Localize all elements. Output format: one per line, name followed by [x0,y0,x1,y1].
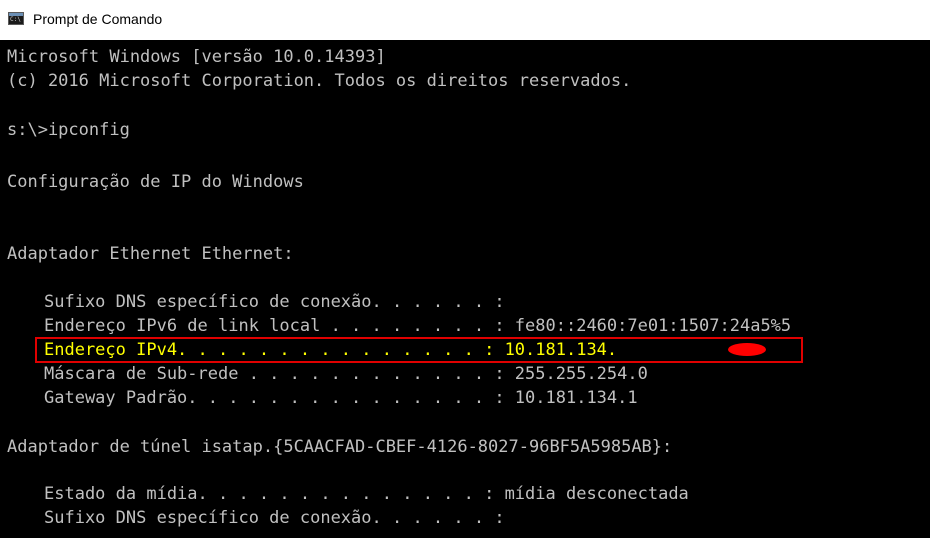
console-line-ethernet-adapter: Adaptador Ethernet Ethernet: [7,244,294,264]
console-line-subnet-mask: Máscara de Sub-rede . . . . . . . . . . … [44,364,648,384]
console-line-dns-suffix-tunnel: Sufixo DNS específico de conexão. . . . … [44,508,505,528]
console-line-copyright: (c) 2016 Microsoft Corporation. Todos os… [7,71,632,91]
console-line-version: Microsoft Windows [versão 10.0.14393] [7,47,386,67]
cmd-icon[interactable]: C:\ [8,12,24,25]
console-line-media-state: Estado da mídia. . . . . . . . . . . . .… [44,484,689,504]
cmd-icon-text: C:\ [10,16,21,23]
window-title: Prompt de Comando [33,11,163,27]
ipv4-highlight-box [35,337,803,363]
title-bar[interactable]: C:\ Prompt de Comando [0,0,930,40]
ip-redaction-mark [728,343,766,356]
console-line-prompt-command: s:\>ipconfig [7,120,130,140]
console-line-dns-suffix: Sufixo DNS específico de conexão. . . . … [44,292,505,312]
console-line-ip-config-header: Configuração de IP do Windows [7,172,304,192]
console-output[interactable]: Microsoft Windows [versão 10.0.14393] (c… [0,40,930,538]
console-line-default-gateway: Gateway Padrão. . . . . . . . . . . . . … [44,388,638,408]
console-line-tunnel-adapter: Adaptador de túnel isatap.{5CAACFAD-CBEF… [7,437,673,457]
console-line-ipv6-link-local: Endereço IPv6 de link local . . . . . . … [44,316,792,336]
